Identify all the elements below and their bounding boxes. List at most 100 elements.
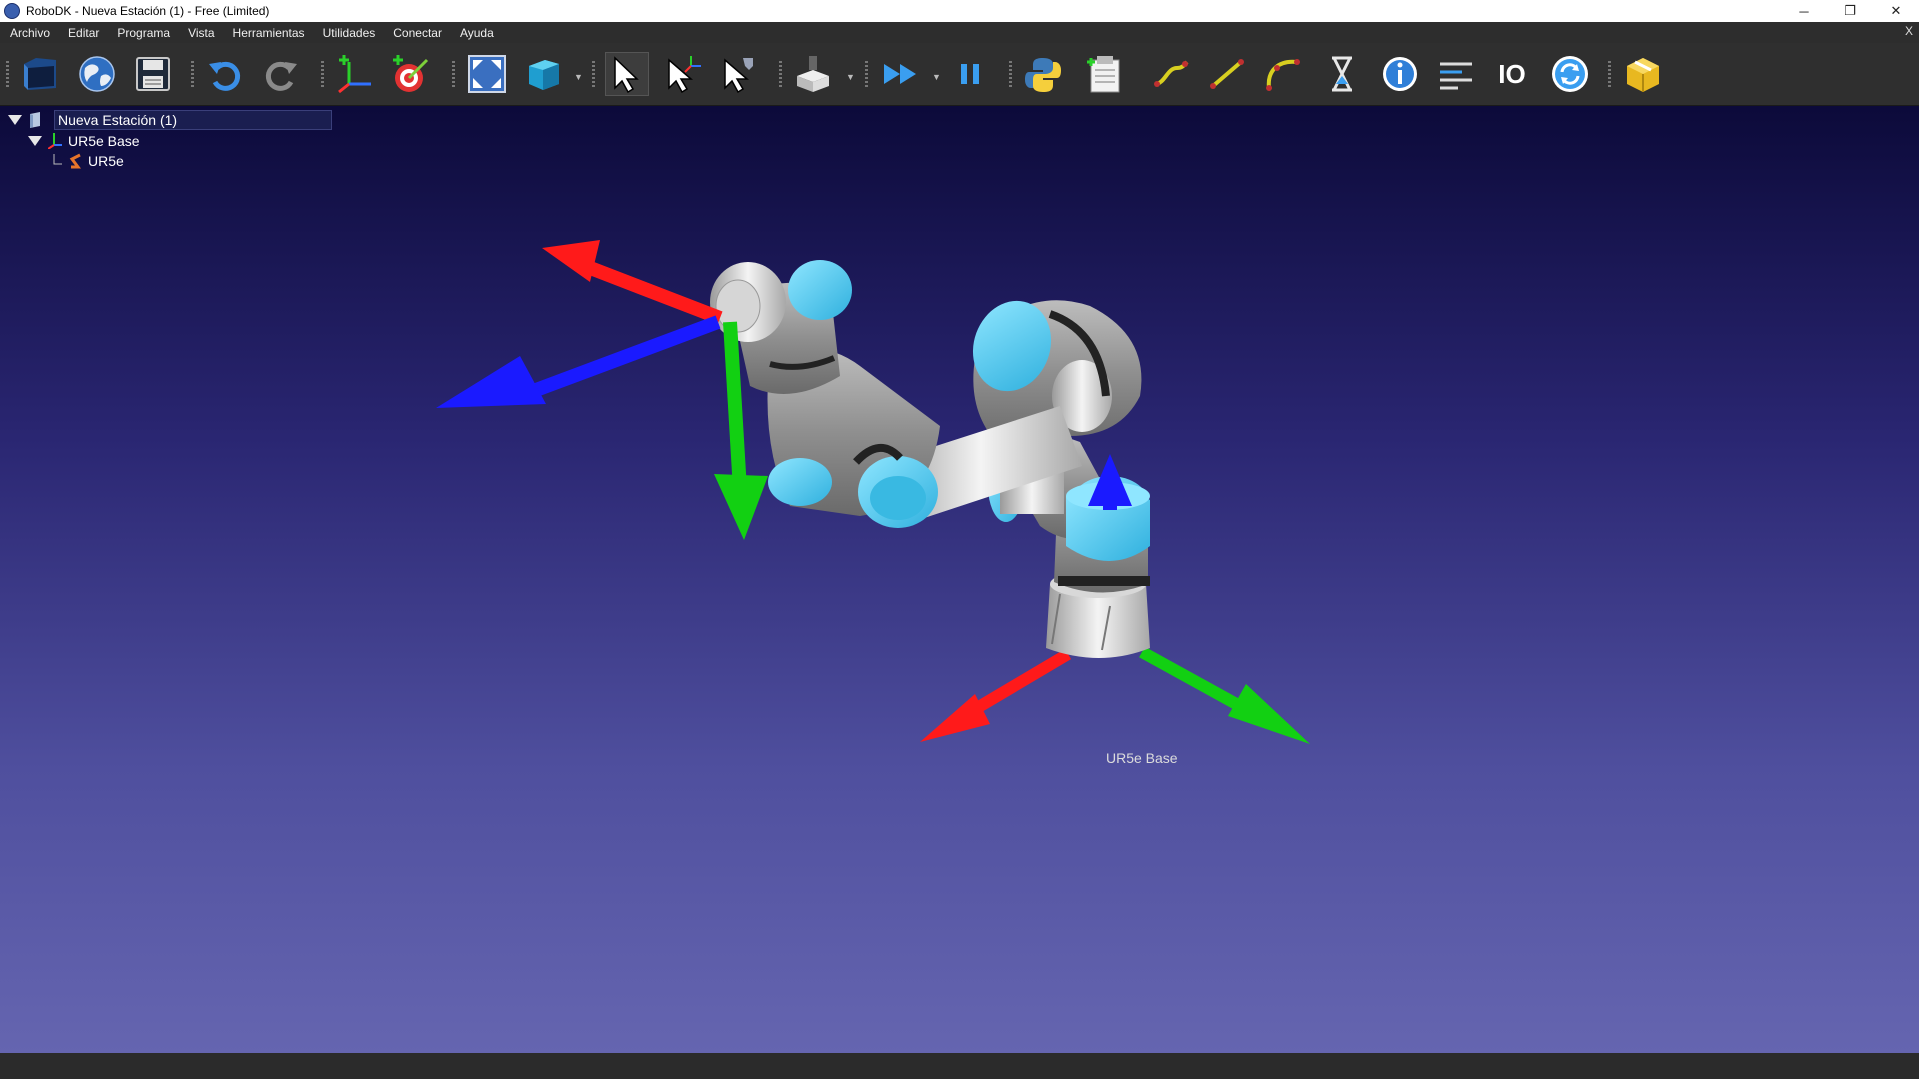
reference-frame-icon [48,133,62,149]
open-icon [24,58,56,90]
io-icon: IO [1498,58,1526,89]
menu-herramientas[interactable]: Herramientas [223,26,313,40]
view-dropdown-arrow-icon[interactable]: ▼ [574,72,583,82]
undo-button[interactable] [203,52,247,96]
toolbar-separator [321,61,324,89]
program-call-icon [1383,57,1417,91]
undo-icon [209,61,241,91]
package-button[interactable] [1621,52,1665,96]
open-button[interactable] [18,52,62,96]
toolbar-separator [191,61,194,89]
robodk-logo-icon [4,3,20,19]
fit-all-button[interactable] [465,52,509,96]
tree-base-label: UR5e Base [68,133,140,149]
run-program-button[interactable] [878,52,922,96]
restore-button[interactable]: ❐ [1827,0,1873,22]
menu-programa[interactable]: Programa [107,26,178,40]
python-icon [1025,58,1061,92]
program-instruction-icon [1087,56,1120,93]
base-frame-label: UR5e Base [1106,750,1178,766]
tree-station-label: Nueva Estación (1) [58,112,178,128]
move-reference-button[interactable] [661,52,705,96]
status-bar [0,1053,1919,1079]
add-reference-frame-button[interactable] [333,52,377,96]
program-instruction-button[interactable] [1083,52,1127,96]
toolbar-separator [1608,61,1611,89]
tool-y-axis [723,321,747,491]
3d-viewport[interactable]: Nueva Estación (1) UR5e Base UR5e UR5e B… [0,106,1919,1053]
tool-holder-button[interactable] [791,52,835,96]
collapse-arrow-icon[interactable] [28,136,42,146]
pause-icon [961,64,979,84]
pause-instruction-button[interactable] [1320,52,1364,96]
io-button[interactable]: IO [1490,52,1534,96]
library-button[interactable] [75,52,119,96]
close-document-button[interactable]: X [1905,24,1913,38]
move-reference-icon [668,56,701,94]
window-title: RoboDK - Nueva Estación (1) - Free (Limi… [26,4,270,18]
collapse-arrow-icon[interactable] [8,115,22,125]
menu-editar[interactable]: Editar [58,26,107,40]
fit-all-icon [468,55,506,93]
toolbar-separator [592,61,595,89]
program-call-button[interactable] [1378,52,1422,96]
add-reference-frame-icon [338,55,371,94]
joint-move-icon [1154,60,1189,87]
circular-move-button[interactable] [1261,52,1305,96]
tool-dropdown-arrow-icon[interactable]: ▼ [846,72,855,82]
linear-move-button[interactable] [1205,52,1249,96]
move-tool-button[interactable] [717,52,761,96]
tool-z-arrowhead [436,356,546,408]
pause-button[interactable] [948,52,992,96]
refresh-button[interactable] [1548,52,1592,96]
toolbar-separator [1009,61,1012,89]
view-cube-icon [529,60,559,90]
main-toolbar: ▼ ▼ ▼ IO [0,43,1919,106]
move-tool-icon [724,58,753,94]
close-window-button[interactable]: ✕ [1873,0,1919,22]
linear-move-icon [1210,59,1244,89]
toolbar-separator [6,61,9,89]
joint-move-button[interactable] [1149,52,1193,96]
circular-move-icon [1266,59,1300,91]
menu-vista[interactable]: Vista [178,26,222,40]
menu-ayuda[interactable]: Ayuda [450,26,502,40]
refresh-icon [1552,56,1588,92]
add-target-button[interactable] [389,52,433,96]
redo-icon [265,61,297,91]
robot-model[interactable] [710,260,1150,658]
run-dropdown-arrow-icon[interactable]: ▼ [932,72,941,82]
save-button[interactable] [131,52,175,96]
tree-connector [53,154,62,165]
tree-item-station-label-box[interactable]: Nueva Estación (1) [54,110,332,130]
toolbar-separator [865,61,868,89]
tool-holder-icon [797,56,829,92]
select-icon [614,56,639,94]
set-speed-button[interactable] [1434,52,1478,96]
minimize-button[interactable]: ─ [1781,0,1827,22]
set-speed-icon [1440,62,1472,90]
tool-x-arrowhead [542,240,600,282]
select-button[interactable] [605,52,649,96]
robot-icon [69,153,81,169]
add-target-icon [393,55,429,92]
tool-x-axis [577,257,723,325]
redo-button[interactable] [259,52,303,96]
tree-item-ur5e-base[interactable]: UR5e Base [28,131,140,151]
scene-graphic [436,240,1310,744]
title-bar: RoboDK - Nueva Estación (1) - Free (Limi… [0,0,1919,22]
menu-conectar[interactable]: Conectar [383,26,450,40]
menu-archivo[interactable]: Archivo [0,26,58,40]
tool-y-arrowhead [714,474,768,540]
python-button[interactable] [1021,52,1065,96]
toolbar-separator [452,61,455,89]
base-y-axis [1139,646,1243,712]
tool-z-axis [517,315,721,403]
package-icon [1627,58,1659,92]
pause-instruction-icon [1332,56,1352,92]
view-cube-button[interactable] [521,52,565,96]
station-icon [30,112,40,128]
tree-item-ur5e[interactable]: UR5e [52,151,124,171]
window-controls: ─ ❐ ✕ [1781,0,1919,22]
menu-utilidades[interactable]: Utilidades [313,26,384,40]
